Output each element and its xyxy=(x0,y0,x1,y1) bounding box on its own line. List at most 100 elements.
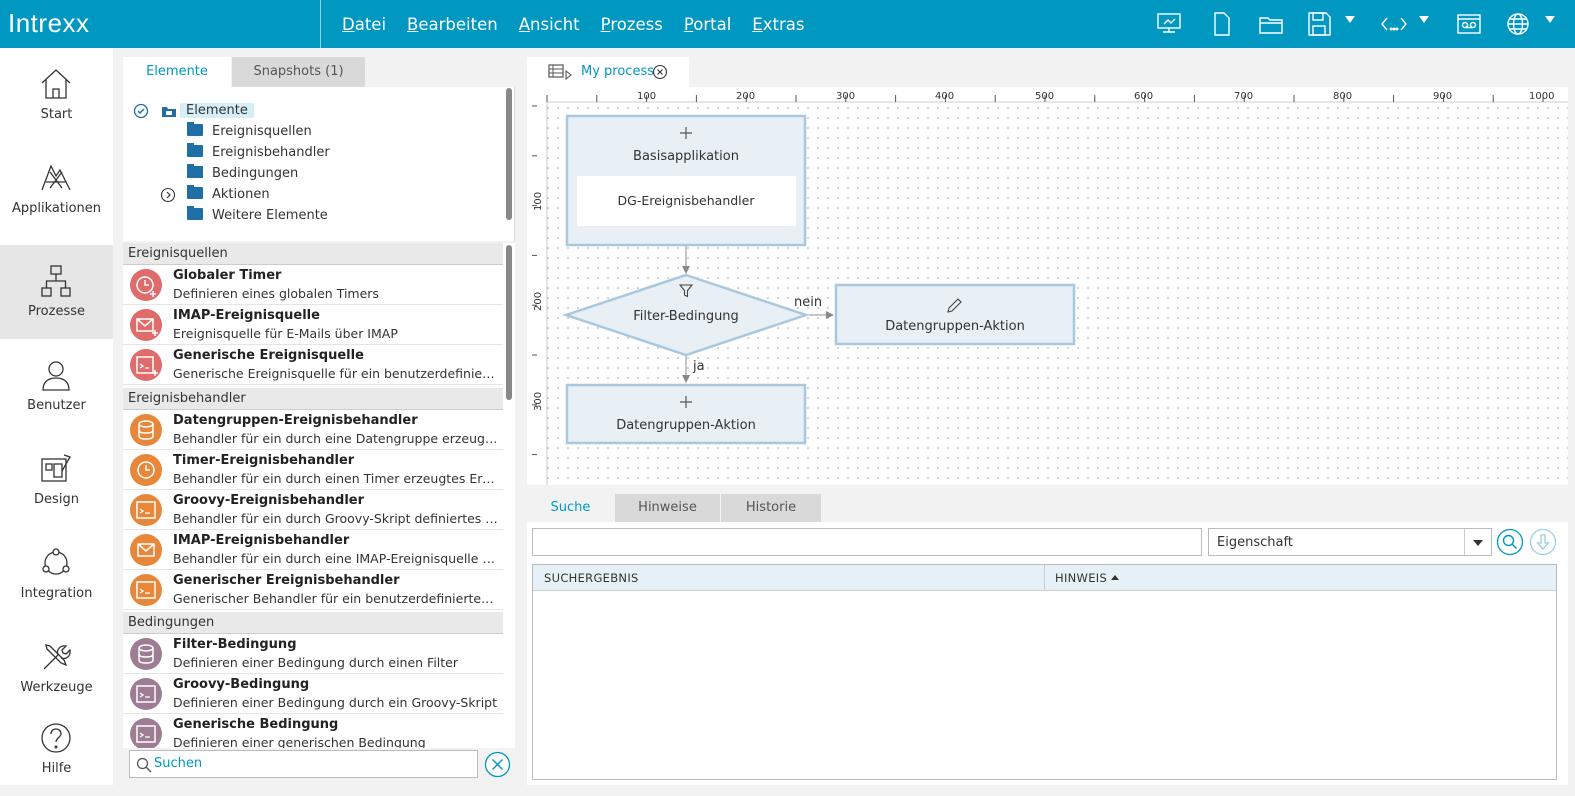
column-suchergebnis[interactable]: SUCHERGEBNIS xyxy=(544,571,639,585)
clear-search-close-icon[interactable] xyxy=(484,751,511,778)
element-tree: Elemente Ereignisquellen Ereignisbehandl… xyxy=(123,87,515,241)
process-canvas[interactable]: 100 200 300 400 500 600 700 800 900 1000… xyxy=(527,87,1568,485)
document-tab-bar: My process xyxy=(527,57,1568,87)
ruler-y-label: 200 xyxy=(533,292,544,311)
language-dropdown-chevron-icon[interactable] xyxy=(1545,16,1555,23)
bottom-tabs: Suche Hinweise Historie xyxy=(527,494,1568,522)
nav-applikationen[interactable]: Applikationen xyxy=(0,142,113,236)
list-item-generische-ereignisquelle[interactable]: Generische Ereignisquelle Generische Ere… xyxy=(123,345,503,385)
list-item-generischer-ereignisbehandler[interactable]: Generischer Ereignisbehandler Generische… xyxy=(123,570,503,610)
nav-start[interactable]: Start xyxy=(0,48,113,142)
list-item-filter-bedingung[interactable]: Filter-Bedingung Definieren einer Beding… xyxy=(123,634,503,674)
save-icon[interactable] xyxy=(1304,9,1334,39)
menu-prozess[interactable]: Prozess xyxy=(601,15,663,34)
list-item-groovy-bedingung[interactable]: Groovy-Bedingung Definieren einer Beding… xyxy=(123,674,503,714)
ruler-x-label: 1000 xyxy=(1529,91,1554,102)
nav-werkzeuge[interactable]: Werkzeuge xyxy=(0,621,113,715)
nav-design[interactable]: Design xyxy=(0,433,113,527)
open-folder-icon[interactable] xyxy=(1256,9,1286,39)
node-basisapplikation[interactable]: Basisapplikation DG-Ereignisbehandler xyxy=(565,114,807,247)
save-dropdown-chevron-icon[interactable] xyxy=(1345,16,1355,23)
section-header: Bedingungen xyxy=(123,612,503,634)
expand-chevron-icon[interactable] xyxy=(160,187,176,203)
groovy-script-icon xyxy=(130,678,162,710)
script-icon xyxy=(130,349,162,381)
close-tab-icon[interactable] xyxy=(652,64,668,80)
folder-icon xyxy=(187,122,203,136)
ruler-y-label: 100 xyxy=(533,192,544,211)
list-item-imap-ereignisbehandler[interactable]: IMAP-Ereignisbehandler Behandler für ein… xyxy=(123,530,503,570)
panel-tabs: Elemente Snapshots (1) xyxy=(123,57,515,87)
top-bar-divider xyxy=(320,0,321,48)
nav-hilfe[interactable]: Hilfe xyxy=(0,702,113,796)
column-hinweis[interactable]: HINWEIS xyxy=(1055,571,1107,585)
new-document-icon[interactable] xyxy=(1207,9,1237,39)
list-item-datengruppen-ereignisbehandler[interactable]: Datengruppen-Ereignisbehandler Behandler… xyxy=(123,410,503,450)
tree-root[interactable]: Elemente xyxy=(180,102,254,120)
tree-item-ereignisquellen[interactable]: Ereignisquellen xyxy=(187,122,312,141)
filter-database-icon xyxy=(130,638,162,670)
script-icon xyxy=(130,574,162,606)
mail-icon xyxy=(130,534,162,566)
user-icon xyxy=(42,361,70,391)
folder-icon xyxy=(187,164,203,178)
tab-hinweise[interactable]: Hinweise xyxy=(615,494,720,522)
check-circle-icon[interactable] xyxy=(133,103,149,119)
search-input[interactable] xyxy=(532,528,1202,556)
node-datengruppen-aktion-right[interactable]: Datengruppen-Aktion xyxy=(834,283,1076,346)
list-item-timer-ereignisbehandler[interactable]: Timer-Ereignisbehandler Behandler für ei… xyxy=(123,450,503,490)
list-item-groovy-ereignisbehandler[interactable]: Groovy-Ereignisbehandler Behandler für e… xyxy=(123,490,503,530)
list-item-globaler-timer[interactable]: Globaler Timer Definieren eines globalen… xyxy=(123,265,503,305)
node-datengruppen-aktion-bottom[interactable]: Datengruppen-Aktion xyxy=(565,383,807,445)
download-button[interactable] xyxy=(1529,528,1557,556)
tab-historie[interactable]: Historie xyxy=(721,494,821,522)
menu-bearbeiten[interactable]: Bearbeiten xyxy=(407,15,498,34)
menu-portal[interactable]: Portal xyxy=(684,15,731,34)
nav-label: Applikationen xyxy=(11,201,102,216)
nav-prozesse[interactable]: Prozesse xyxy=(0,245,113,339)
elements-panel: Elemente Snapshots (1) Elemente Ereignis… xyxy=(123,57,515,785)
tab-elemente[interactable]: Elemente xyxy=(123,57,231,87)
nav-benutzer[interactable]: Benutzer xyxy=(0,339,113,433)
element-list: Ereignisquellen Globaler Timer Definiere… xyxy=(123,243,515,748)
database-icon xyxy=(130,414,162,446)
menu-extras[interactable]: Extras xyxy=(752,15,804,34)
code-dropdown-chevron-icon[interactable] xyxy=(1419,16,1429,23)
search-button[interactable] xyxy=(1496,528,1524,556)
nav-integration[interactable]: Integration xyxy=(0,527,113,621)
chevron-down-icon xyxy=(1473,540,1483,546)
search-placeholder: Suchen xyxy=(154,756,203,771)
tree-scrollbar[interactable] xyxy=(506,88,512,220)
tree-item-weitere-elemente[interactable]: Weitere Elemente xyxy=(187,206,328,225)
tree-item-bedingungen[interactable]: Bedingungen xyxy=(187,164,298,183)
tree-item-aktionen[interactable]: Aktionen xyxy=(187,185,270,204)
menu-datei[interactable]: Datei xyxy=(342,15,386,34)
list-item-imap-ereignisquelle[interactable]: IMAP-Ereignisquelle Ereignisquelle für E… xyxy=(123,305,503,345)
globe-icon[interactable] xyxy=(1503,9,1533,39)
intrexx-logo: Intrexx xyxy=(8,8,90,38)
sort-ascending-icon xyxy=(1111,575,1119,580)
script-icon xyxy=(130,718,162,748)
code-icon[interactable] xyxy=(1379,9,1409,39)
property-select[interactable]: Eigenschaft xyxy=(1208,528,1492,556)
list-scrollbar[interactable] xyxy=(506,245,512,400)
integration-icon xyxy=(42,548,70,575)
inner-node-label: DG-Ereignisbehandler xyxy=(618,193,756,208)
property-select-value: Eigenschaft xyxy=(1217,535,1293,550)
search-panel: Eigenschaft SUCHERGEBNIS HINWEIS xyxy=(527,522,1568,785)
tab-my-process[interactable]: My process xyxy=(527,57,689,87)
presentation-icon[interactable] xyxy=(1154,9,1184,39)
folder-icon xyxy=(187,143,203,157)
element-search-input[interactable]: Suchen xyxy=(129,750,478,778)
tab-snapshots[interactable]: Snapshots (1) xyxy=(232,57,365,87)
ruler-x-label: 200 xyxy=(736,91,755,102)
cassette-icon[interactable] xyxy=(1454,9,1484,39)
ruler-x-label: 600 xyxy=(1134,91,1153,102)
menu-ansicht[interactable]: Ansicht xyxy=(519,15,580,34)
folder-icon xyxy=(187,206,203,220)
nav-label: Werkzeuge xyxy=(20,680,93,695)
tree-item-ereignisbehandler[interactable]: Ereignisbehandler xyxy=(187,143,330,162)
tab-suche[interactable]: Suche xyxy=(527,494,614,522)
ruler-x-label: 400 xyxy=(935,91,954,102)
list-item-generische-bedingung[interactable]: Generische Bedingung Definieren einer ge… xyxy=(123,714,503,748)
